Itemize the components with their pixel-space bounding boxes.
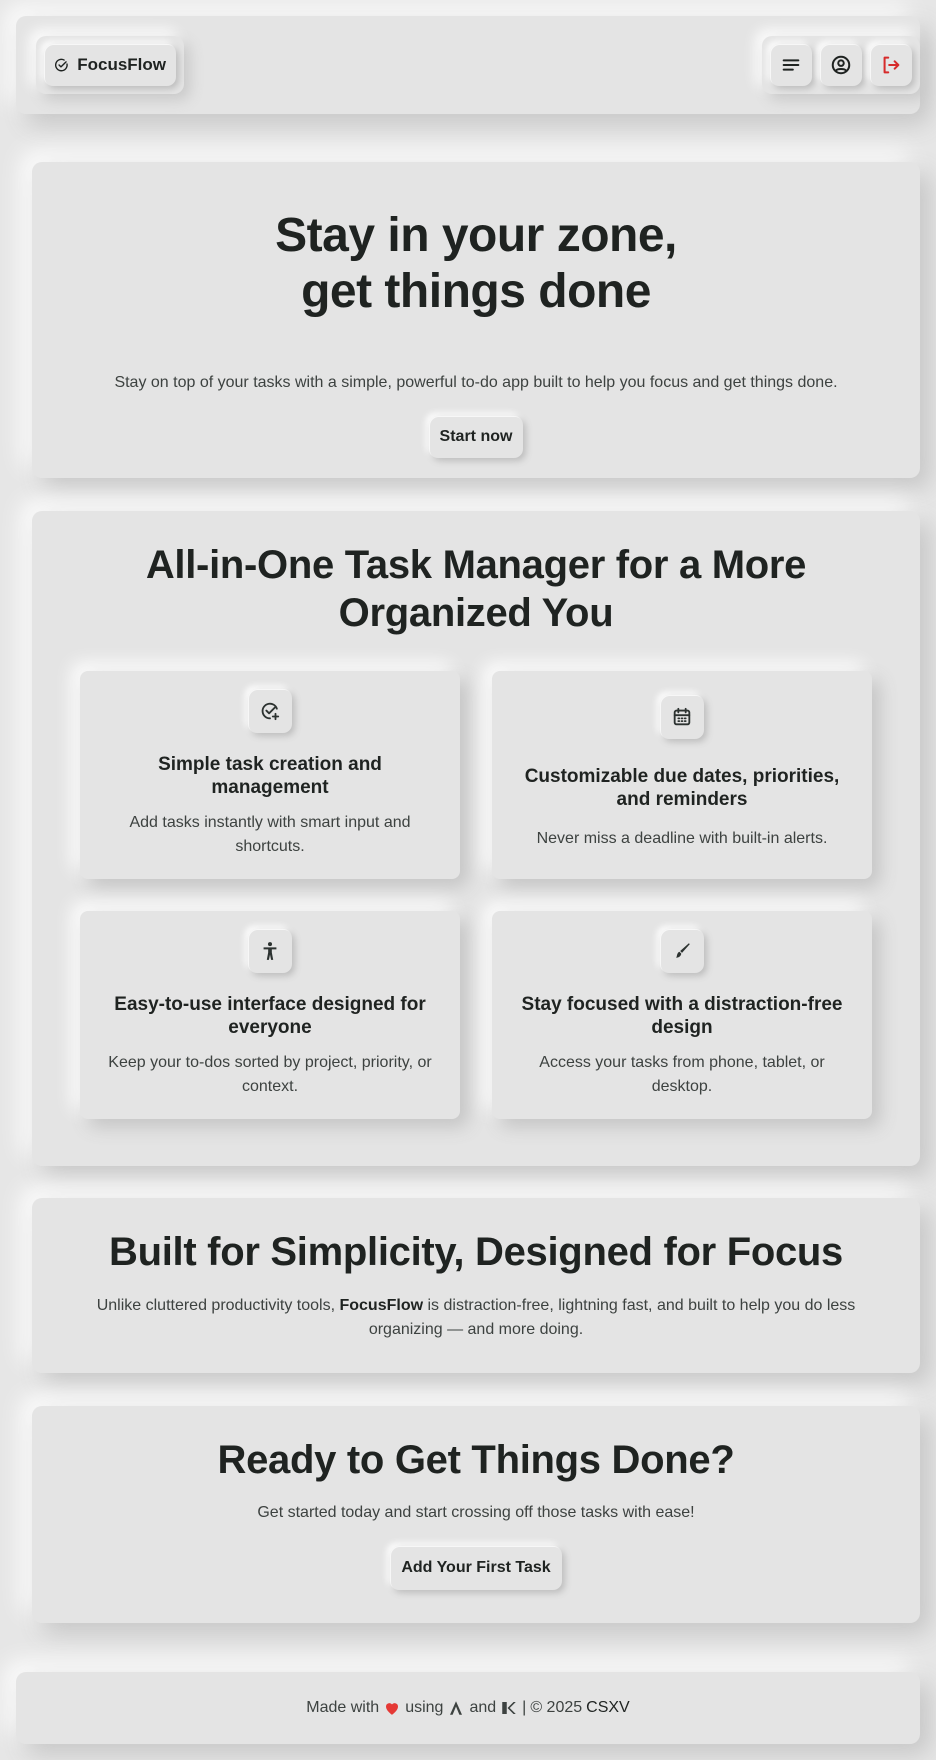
feature-card: Stay focused with a distraction-free des… bbox=[492, 911, 872, 1119]
simplicity-brand: FocusFlow bbox=[339, 1297, 424, 1314]
footer-separator: | bbox=[522, 1699, 527, 1716]
feature-text: Keep your to-dos sorted by project, prio… bbox=[108, 1054, 432, 1095]
cta-section: Ready to Get Things Done? Get started to… bbox=[32, 1406, 920, 1623]
user-circle-icon bbox=[831, 55, 851, 75]
cta-subtitle: Get started today and start crossing off… bbox=[257, 1504, 695, 1521]
feature-icon-button bbox=[660, 695, 704, 739]
features-title-line2: Organized You bbox=[338, 591, 614, 635]
simplicity-section: Built for Simplicity, Designed for Focus… bbox=[32, 1198, 920, 1373]
features-section: All-in-One Task Manager for a More Organ… bbox=[32, 511, 920, 1166]
hero-title-line1: Stay in your zone, bbox=[275, 209, 677, 262]
feature-title: Customizable due dates, priorities, and … bbox=[524, 766, 840, 810]
hero-subtitle: Stay on top of your tasks with a simple,… bbox=[114, 374, 838, 391]
brand-container: FocusFlow bbox=[36, 36, 184, 94]
hero-section: Stay in your zone, get things done Stay … bbox=[32, 162, 920, 478]
feature-text: Access your tasks from phone, tablet, or… bbox=[539, 1054, 825, 1095]
feature-title: Simple task creation and management bbox=[158, 754, 382, 798]
footer-made-with: Made with bbox=[306, 1699, 380, 1716]
profile-button[interactable] bbox=[820, 44, 862, 86]
hero-title-line2: get things done bbox=[301, 265, 651, 318]
feature-icon-button bbox=[248, 689, 292, 733]
menu-button[interactable] bbox=[770, 44, 812, 86]
add-first-task-button[interactable]: Add Your First Task bbox=[390, 1546, 562, 1590]
brand-name: FocusFlow bbox=[77, 55, 166, 74]
simplicity-title: Built for Simplicity, Designed for Focus bbox=[109, 1230, 843, 1274]
footer-author-link[interactable]: CSXV bbox=[586, 1699, 630, 1717]
accessibility-icon bbox=[263, 942, 277, 960]
footer: Made with using and | © 2025 CSXV bbox=[16, 1672, 920, 1744]
nav-buttons bbox=[762, 36, 920, 94]
simplicity-text-after: is distraction-free, lightning fast, and… bbox=[368, 1297, 856, 1338]
feature-text: Never miss a deadline with built-in aler… bbox=[536, 830, 828, 847]
features-title: All-in-One Task Manager for a More Organ… bbox=[32, 541, 920, 637]
hero-title: Stay in your zone, get things done bbox=[32, 208, 920, 320]
cta-title: Ready to Get Things Done? bbox=[217, 1438, 735, 1482]
feature-title: Stay focused with a distraction-free des… bbox=[521, 994, 843, 1038]
simplicity-text-before: Unlike cluttered productivity tools, bbox=[96, 1297, 336, 1314]
check-circle-icon bbox=[54, 58, 68, 72]
feature-icon-button bbox=[660, 929, 704, 973]
menu-icon bbox=[782, 59, 800, 71]
feature-title: Easy-to-use interface designed for every… bbox=[114, 994, 426, 1038]
simplicity-text: Unlike cluttered productivity tools, Foc… bbox=[62, 1294, 890, 1342]
footer-copyright: © 2025 bbox=[530, 1699, 583, 1716]
angular-logo-icon bbox=[450, 1701, 463, 1715]
brush-icon bbox=[676, 943, 690, 958]
header: FocusFlow bbox=[16, 16, 920, 114]
calendar-icon bbox=[673, 707, 691, 726]
start-now-button[interactable]: Start now bbox=[429, 416, 523, 458]
feature-icon-button bbox=[248, 929, 292, 973]
framework-logo-icon bbox=[502, 1702, 516, 1714]
feature-card: Simple task creation and management Add … bbox=[80, 671, 460, 879]
feature-text: Add tasks instantly with smart input and… bbox=[129, 814, 411, 855]
task-add-icon bbox=[261, 702, 280, 721]
brand-logo-button[interactable]: FocusFlow bbox=[44, 44, 176, 86]
logout-button[interactable] bbox=[870, 44, 912, 86]
features-title-line1: All-in-One Task Manager for a More bbox=[145, 543, 807, 587]
footer-using: using bbox=[405, 1699, 444, 1716]
footer-and: and bbox=[469, 1699, 497, 1716]
heart-icon bbox=[386, 1703, 399, 1715]
logout-icon bbox=[883, 56, 900, 74]
feature-card: Customizable due dates, priorities, and … bbox=[492, 671, 872, 879]
feature-card: Easy-to-use interface designed for every… bbox=[80, 911, 460, 1119]
